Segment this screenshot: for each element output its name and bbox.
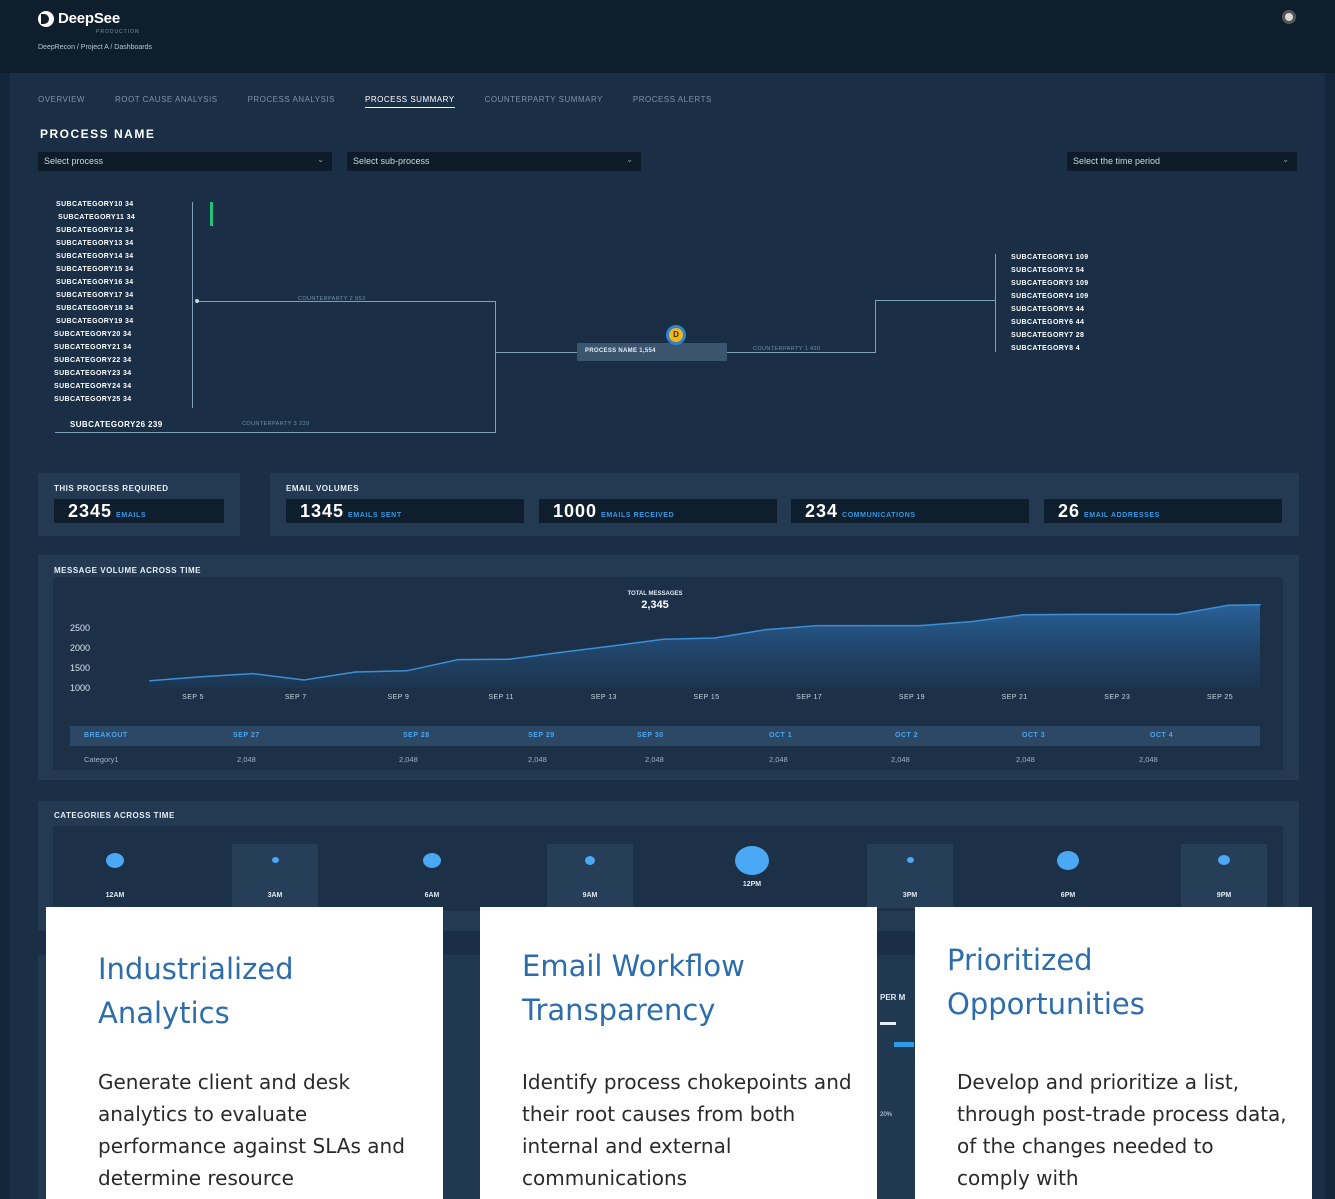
volume-point[interactable] bbox=[405, 670, 408, 672]
volume-point[interactable] bbox=[303, 679, 305, 681]
volume-point[interactable] bbox=[611, 645, 613, 647]
breakout-header-cell: BREAKOUT bbox=[84, 732, 128, 739]
breakout-cell: 2,048 bbox=[645, 755, 664, 764]
card-title: Industrialized Analytics bbox=[98, 952, 294, 1030]
volume-point[interactable] bbox=[149, 680, 151, 682]
card-body: Identify process chokepoints and their r… bbox=[522, 1070, 852, 1190]
x-axis-tick: SEP 25 bbox=[1206, 694, 1233, 701]
volume-point[interactable] bbox=[354, 671, 357, 673]
time-slot-label: 12PM bbox=[742, 881, 762, 888]
volume-point[interactable] bbox=[868, 624, 870, 627]
volume-point[interactable] bbox=[1259, 604, 1261, 606]
time-volume-dot[interactable] bbox=[423, 852, 441, 868]
breakout-cell: 2,048 bbox=[769, 755, 788, 764]
x-axis-tick: SEP 9 bbox=[387, 694, 410, 701]
time-slot-label: 6AM bbox=[424, 892, 440, 899]
volume-area bbox=[150, 604, 1260, 688]
volume-point[interactable] bbox=[1022, 614, 1024, 616]
time-volume-dot[interactable] bbox=[735, 845, 769, 875]
x-axis-tick: SEP 7 bbox=[284, 694, 307, 701]
card-title: Email Workflow Transparency bbox=[522, 949, 745, 1027]
volume-point[interactable] bbox=[508, 658, 511, 660]
volume-point[interactable] bbox=[457, 658, 459, 661]
breakout-cell: Category1 bbox=[84, 755, 119, 764]
card-industrialized-analytics: Industrialized Analytics Generate client… bbox=[46, 907, 443, 1199]
card-body: Develop and prioritize a list, through p… bbox=[957, 1070, 1287, 1190]
time-volume-dot[interactable] bbox=[585, 855, 595, 865]
breakout-cell: 2,048 bbox=[237, 755, 256, 764]
volume-point[interactable] bbox=[1124, 613, 1127, 616]
time-volume-dot[interactable] bbox=[1057, 850, 1079, 870]
card-body: Generate client and desk analytics to ev… bbox=[98, 1070, 405, 1190]
time-slot-label: 9PM bbox=[1216, 892, 1232, 899]
breakout-header-cell: SEP 28 bbox=[403, 732, 430, 739]
volume-point[interactable] bbox=[714, 637, 716, 639]
volume-point[interactable] bbox=[560, 651, 562, 654]
partial-bar bbox=[880, 1022, 896, 1025]
breakout-cell: 2,048 bbox=[1016, 755, 1035, 764]
breakout-header-cell: SEP 30 bbox=[637, 732, 664, 739]
time-slot-label: 12AM bbox=[105, 892, 125, 899]
time-volume-dot[interactable] bbox=[1218, 855, 1230, 865]
partial-per-label: PER M bbox=[880, 993, 906, 1002]
x-axis-tick: SEP 13 bbox=[590, 694, 617, 701]
time-slot-label: 9AM bbox=[582, 892, 598, 899]
card-email-workflow-transparency: Email Workflow Transparency Identify pro… bbox=[480, 907, 877, 1199]
x-axis-tick: SEP 21 bbox=[1001, 694, 1028, 701]
x-axis-tick: SEP 17 bbox=[796, 694, 823, 701]
volume-point[interactable] bbox=[970, 620, 973, 623]
volume-point[interactable] bbox=[200, 676, 203, 678]
categories-time-title: CATEGORIES ACROSS TIME bbox=[54, 811, 175, 820]
time-volume-dot[interactable] bbox=[106, 852, 124, 868]
breakout-header-cell: SEP 29 bbox=[528, 732, 555, 739]
volume-point[interactable] bbox=[1176, 613, 1178, 616]
breakout-cell: 2,048 bbox=[891, 755, 910, 764]
time-slot-label: 3AM bbox=[267, 892, 283, 899]
breakout-header-cell: SEP 27 bbox=[233, 732, 260, 739]
breakout-cell: 2,048 bbox=[399, 755, 418, 764]
time-slot-label: 3PM bbox=[902, 892, 918, 899]
x-axis-tick: SEP 23 bbox=[1104, 694, 1131, 701]
x-axis-tick: SEP 11 bbox=[488, 694, 514, 701]
volume-point[interactable] bbox=[816, 624, 819, 627]
volume-point[interactable] bbox=[1227, 604, 1230, 606]
time-volume-dot[interactable] bbox=[271, 857, 279, 863]
breakout-cell: 2,048 bbox=[1139, 755, 1158, 764]
breakout-header-cell: OCT 1 bbox=[769, 732, 793, 739]
partial-pct-label: 20% bbox=[880, 1112, 893, 1118]
breakout-header-cell: OCT 2 bbox=[895, 732, 919, 739]
time-slot-label: 6PM bbox=[1060, 892, 1076, 899]
breakout-header-cell: OCT 3 bbox=[1022, 732, 1046, 739]
breakout-header-cell: OCT 4 bbox=[1150, 732, 1174, 739]
volume-point[interactable] bbox=[1073, 613, 1076, 616]
volume-point[interactable] bbox=[919, 624, 922, 627]
volume-point[interactable] bbox=[662, 638, 665, 640]
time-volume-dot[interactable] bbox=[906, 857, 914, 863]
card-title: Prioritized Opportunities bbox=[947, 943, 1145, 1021]
x-axis-tick: SEP 5 bbox=[182, 694, 204, 701]
partial-bar-blue bbox=[894, 1042, 914, 1047]
x-axis-tick: SEP 15 bbox=[693, 694, 720, 701]
breakout-cell: 2,048 bbox=[528, 755, 547, 764]
x-axis-tick: SEP 19 bbox=[898, 694, 925, 701]
volume-point[interactable] bbox=[765, 628, 767, 631]
volume-point[interactable] bbox=[251, 672, 254, 675]
card-prioritized-opportunities: Prioritized Opportunities Develop and pr… bbox=[915, 907, 1312, 1199]
